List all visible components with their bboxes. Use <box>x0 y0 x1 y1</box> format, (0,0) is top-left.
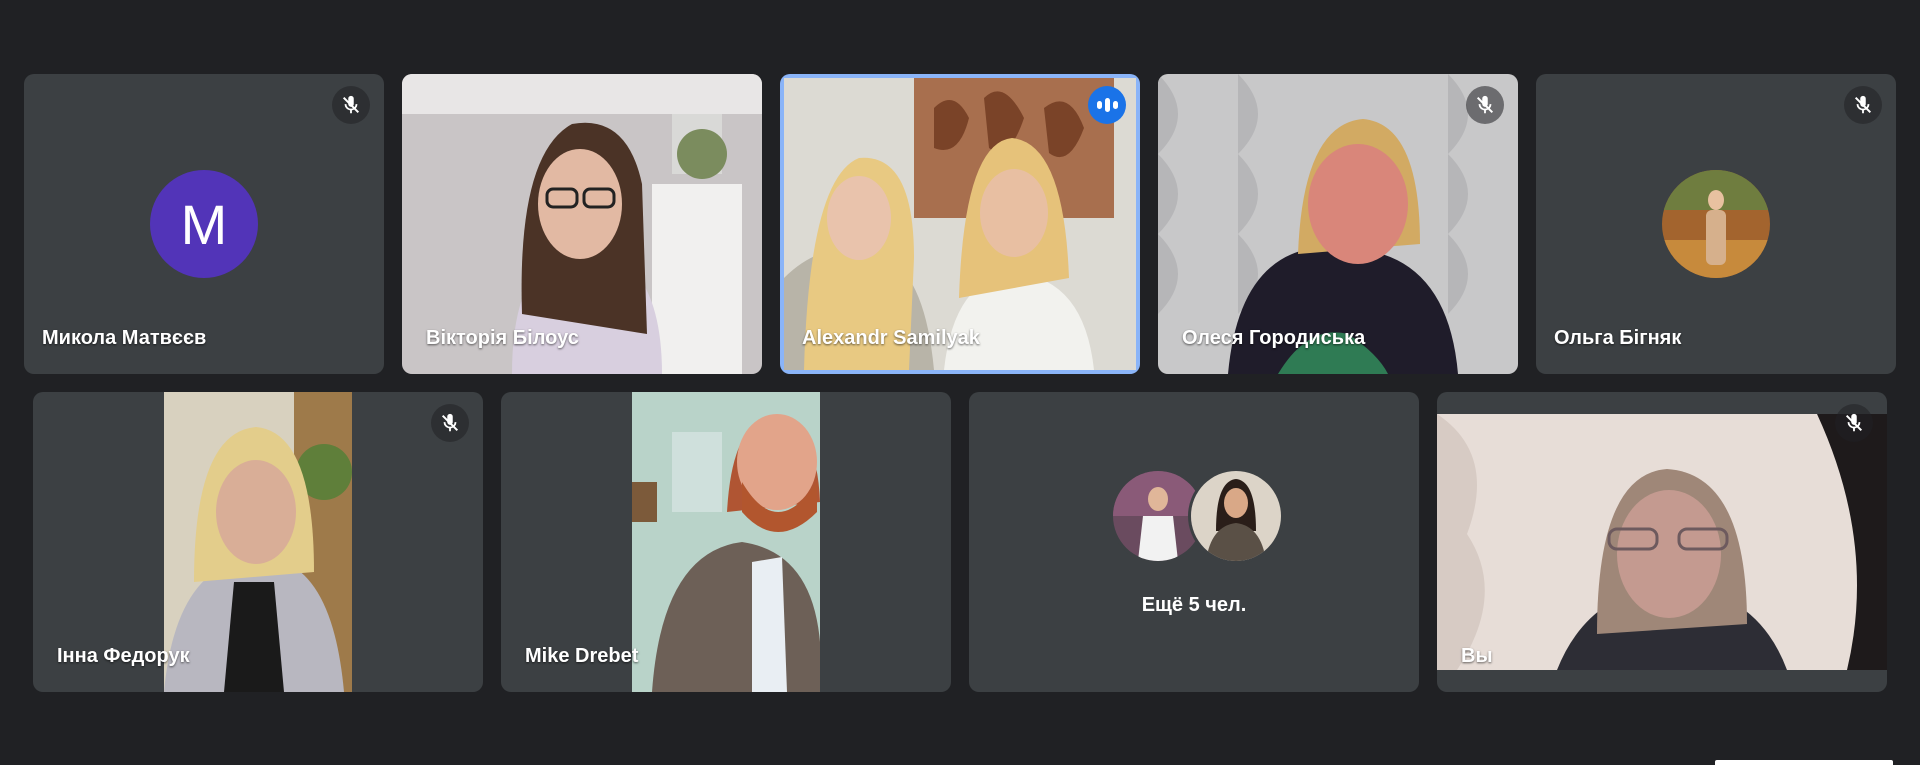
participant-name: Mike Drebet <box>525 645 639 667</box>
participant-avatar-photo <box>1662 170 1770 278</box>
mic-off-icon <box>1844 86 1882 124</box>
participant-name: Інна Федорук <box>57 645 190 667</box>
participant-tile-olha[interactable]: Ольга Бігняк <box>1536 74 1896 374</box>
participant-video <box>1437 414 1887 670</box>
participant-name: Вы <box>1461 645 1493 667</box>
participant-tile-mike[interactable]: Mike Drebet <box>501 392 951 692</box>
participant-video <box>164 392 352 692</box>
audio-level-icon <box>1088 86 1126 124</box>
more-participants-tile[interactable]: Ещё 5 чел. <box>969 392 1419 692</box>
bottom-control-bar <box>1715 760 1893 765</box>
participant-name: Ольга Бігняк <box>1554 327 1682 349</box>
mic-off-icon <box>332 86 370 124</box>
participant-avatar-letter: M <box>150 170 258 278</box>
mic-off-icon <box>431 404 469 442</box>
participant-tile-inna[interactable]: Інна Федорук <box>33 392 483 692</box>
participant-name: Alexandr Samilyak <box>802 327 980 349</box>
more-participants-label: Ещё 5 чел. <box>1141 594 1247 616</box>
participant-name: Микола Матвєєв <box>42 327 207 349</box>
mic-off-icon <box>1466 86 1504 124</box>
participant-tile-self[interactable]: Вы <box>1437 392 1887 692</box>
participant-avatar-photo <box>1188 468 1284 564</box>
mic-off-icon <box>1835 404 1873 442</box>
participant-video <box>632 392 820 692</box>
participant-name: Вікторія Білоус <box>426 327 579 349</box>
participant-name: Олеся Городиська <box>1182 327 1366 349</box>
participant-tile-alexandr[interactable]: Alexandr Samilyak <box>780 74 1140 374</box>
participant-tile-mykola[interactable]: M Микола Матвєєв <box>24 74 384 374</box>
participant-tile-olesia[interactable]: Олеся Городиська <box>1158 74 1518 374</box>
participant-tile-viktoriia[interactable]: Вікторія Білоус <box>402 74 762 374</box>
